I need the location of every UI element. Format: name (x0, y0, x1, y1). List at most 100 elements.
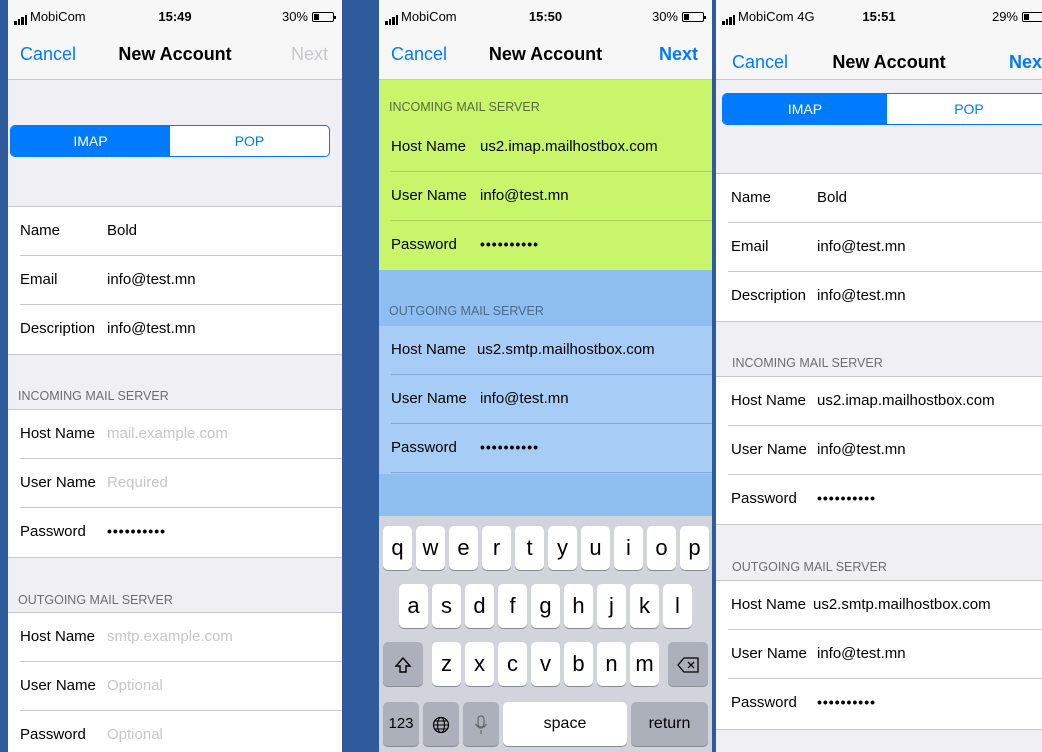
incoming-host-field[interactable]: us2.imap.mailhostbox.com (817, 392, 995, 409)
incoming-user-row[interactable]: User Name info@test.mn (379, 172, 712, 221)
key-r[interactable]: r (482, 526, 511, 570)
email-field[interactable]: info@test.mn (107, 271, 196, 288)
incoming-host-field[interactable]: us2.imap.mailhostbox.com (480, 138, 658, 155)
incoming-password-field[interactable]: •••••••••• (480, 236, 539, 252)
segment-imap[interactable]: IMAP (723, 94, 887, 124)
numbers-key[interactable]: 123 (383, 702, 419, 746)
key-s[interactable]: s (432, 584, 461, 628)
key-t[interactable]: t (515, 526, 544, 570)
incoming-host-row[interactable]: Host Name mail.example.com (8, 410, 342, 459)
globe-icon (432, 717, 450, 734)
name-field[interactable]: Bold (817, 189, 847, 206)
email-row[interactable]: Email info@test.mn (8, 256, 342, 305)
incoming-password-field[interactable]: •••••••••• (107, 523, 166, 539)
outgoing-password-field[interactable]: •••••••••• (817, 694, 876, 710)
outgoing-password-row[interactable]: Password •••••••••• (379, 424, 712, 473)
name-row[interactable]: Name Bold (8, 207, 342, 256)
outgoing-host-row[interactable]: Host Name smtp.example.com (8, 613, 342, 662)
outgoing-host-field[interactable]: smtp.example.com (107, 628, 233, 645)
key-u[interactable]: u (581, 526, 610, 570)
key-e[interactable]: e (449, 526, 478, 570)
key-y[interactable]: y (548, 526, 577, 570)
host-name-label: Host Name (20, 628, 96, 645)
key-v[interactable]: v (531, 642, 560, 686)
incoming-user-field[interactable]: Required (107, 474, 168, 491)
user-name-label: User Name (731, 645, 807, 662)
key-x[interactable]: x (465, 642, 494, 686)
globe-key[interactable] (423, 702, 459, 746)
incoming-password-field[interactable]: •••••••••• (817, 490, 876, 506)
outgoing-host-row[interactable]: Host Name us2.smtp.mailhostbox.com (716, 581, 1042, 630)
incoming-user-row[interactable]: User Name info@test.mn (716, 426, 1042, 475)
incoming-section-header: INCOMING MAIL SERVER (389, 100, 540, 114)
dictation-key[interactable] (463, 702, 499, 746)
incoming-user-field[interactable]: info@test.mn (480, 187, 569, 204)
outgoing-user-row[interactable]: User Name info@test.mn (379, 375, 712, 424)
host-name-label: Host Name (391, 341, 467, 358)
key-d[interactable]: d (465, 584, 494, 628)
key-l[interactable]: l (663, 584, 692, 628)
key-j[interactable]: j (597, 584, 626, 628)
next-button[interactable]: Next (659, 44, 698, 65)
name-row[interactable]: Name Bold (716, 174, 1042, 223)
name-field[interactable]: Bold (107, 222, 137, 239)
battery-icon (682, 11, 706, 22)
description-row[interactable]: Description info@test.mn (8, 305, 342, 354)
key-h[interactable]: h (564, 584, 593, 628)
host-name-label: Host Name (391, 138, 467, 155)
outgoing-host-field[interactable]: us2.smtp.mailhostbox.com (813, 596, 991, 613)
delete-key[interactable] (668, 642, 708, 686)
key-f[interactable]: f (498, 584, 527, 628)
key-c[interactable]: c (498, 642, 527, 686)
space-key[interactable]: space (503, 702, 627, 746)
navigation-bar: Cancel New Account Next (8, 30, 342, 80)
return-key[interactable]: return (631, 702, 708, 746)
outgoing-host-row[interactable]: Host Name us2.smtp.mailhostbox.com (379, 326, 712, 375)
key-a[interactable]: a (399, 584, 428, 628)
segment-imap[interactable]: IMAP (11, 126, 170, 156)
incoming-host-row[interactable]: Host Name us2.imap.mailhostbox.com (716, 377, 1042, 426)
outgoing-user-field[interactable]: Optional (107, 677, 163, 694)
email-field[interactable]: info@test.mn (817, 238, 906, 255)
outgoing-section-header: OUTGOING MAIL SERVER (732, 560, 887, 574)
key-q[interactable]: q (383, 526, 412, 570)
outgoing-password-row[interactable]: Password Optional (8, 711, 342, 752)
key-i[interactable]: i (614, 526, 643, 570)
key-w[interactable]: w (416, 526, 445, 570)
outgoing-password-field[interactable]: •••••••••• (480, 439, 539, 455)
incoming-password-row[interactable]: Password •••••••••• (716, 475, 1042, 524)
key-n[interactable]: n (597, 642, 626, 686)
key-o[interactable]: o (647, 526, 676, 570)
segment-pop[interactable]: POP (887, 94, 1042, 124)
segment-pop[interactable]: POP (170, 126, 329, 156)
incoming-password-row[interactable]: Password •••••••••• (8, 508, 342, 557)
shift-key[interactable] (383, 642, 423, 686)
email-row[interactable]: Email info@test.mn (716, 223, 1042, 272)
key-z[interactable]: z (432, 642, 461, 686)
description-field[interactable]: info@test.mn (817, 287, 906, 304)
outgoing-user-field[interactable]: info@test.mn (817, 645, 906, 662)
outgoing-section-header: OUTGOING MAIL SERVER (389, 304, 544, 318)
battery-percent: 29% (991, 9, 1018, 24)
next-button[interactable]: Next (1009, 52, 1042, 73)
description-field[interactable]: info@test.mn (107, 320, 196, 337)
incoming-password-row[interactable]: Password •••••••••• (379, 221, 712, 270)
key-m[interactable]: m (630, 642, 659, 686)
key-b[interactable]: b (564, 642, 593, 686)
incoming-user-field[interactable]: info@test.mn (817, 441, 906, 458)
incoming-host-row[interactable]: Host Name us2.imap.mailhostbox.com (379, 123, 712, 172)
key-g[interactable]: g (531, 584, 560, 628)
password-label: Password (391, 439, 457, 456)
outgoing-user-row[interactable]: User Name info@test.mn (716, 630, 1042, 679)
next-button[interactable]: Next (291, 44, 328, 65)
outgoing-user-field[interactable]: info@test.mn (480, 390, 569, 407)
key-p[interactable]: p (680, 526, 709, 570)
outgoing-user-row[interactable]: User Name Optional (8, 662, 342, 711)
incoming-user-row[interactable]: User Name Required (8, 459, 342, 508)
outgoing-password-row[interactable]: Password •••••••••• (716, 679, 1042, 728)
incoming-host-field[interactable]: mail.example.com (107, 425, 228, 442)
outgoing-password-field[interactable]: Optional (107, 726, 163, 743)
description-row[interactable]: Description info@test.mn (716, 272, 1042, 321)
outgoing-host-field[interactable]: us2.smtp.mailhostbox.com (477, 341, 655, 358)
key-k[interactable]: k (630, 584, 659, 628)
